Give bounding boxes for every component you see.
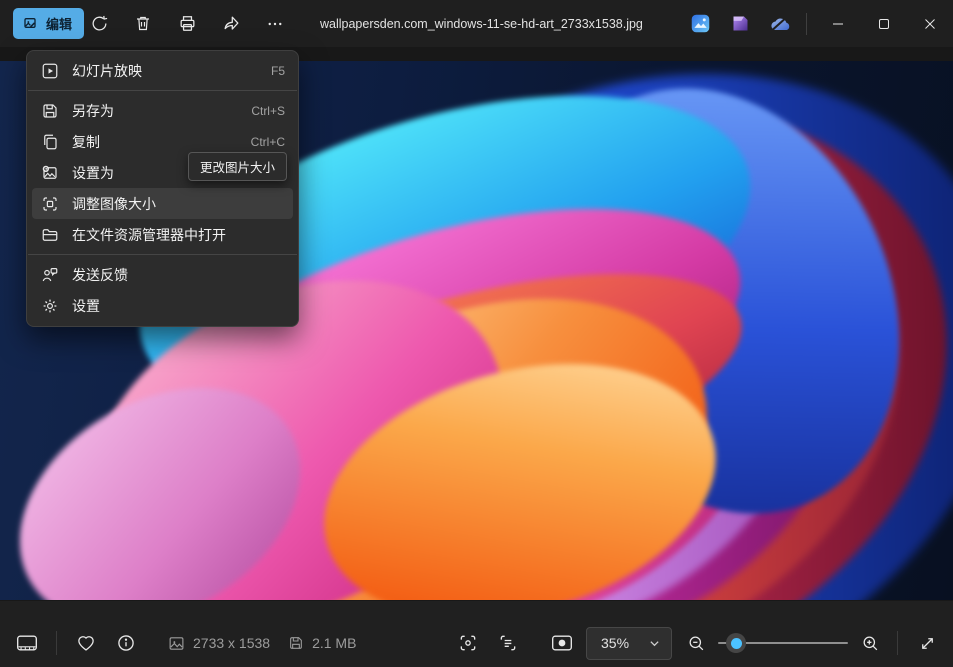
bottom-toolbar: 2733 x 1538 2.1 MB — [0, 601, 953, 667]
share-button[interactable] — [211, 6, 251, 41]
onedrive-offline-icon — [768, 14, 792, 34]
fullscreen-button[interactable] — [907, 623, 947, 663]
filmstrip-icon — [16, 634, 38, 652]
feedback-icon — [41, 266, 59, 284]
visual-search-icon — [458, 633, 478, 653]
heart-icon — [76, 634, 96, 652]
zoom-slider[interactable] — [718, 623, 848, 663]
minimize-icon — [832, 18, 844, 30]
menu-item-open-in-explorer[interactable]: 在文件资源管理器中打开 — [32, 219, 293, 250]
fit-view-button[interactable] — [542, 623, 582, 663]
slideshow-icon — [41, 62, 59, 80]
image-dimensions: 2733 x 1538 — [193, 635, 270, 651]
folder-icon — [41, 226, 59, 244]
chevron-down-icon — [649, 638, 660, 649]
photos-app-icon — [690, 13, 711, 34]
photos-app-button[interactable] — [680, 0, 720, 47]
maximize-icon — [878, 18, 890, 30]
resize-tooltip: 更改图片大小 — [188, 152, 287, 181]
copy-icon — [41, 133, 59, 151]
delete-button[interactable] — [123, 6, 163, 41]
bottombar-divider — [897, 631, 898, 655]
favorite-button[interactable] — [66, 623, 106, 663]
video-editor-button[interactable] — [720, 0, 760, 47]
share-icon — [222, 14, 241, 33]
minimize-button[interactable] — [815, 0, 861, 47]
rotate-button[interactable] — [79, 6, 119, 41]
fullscreen-icon — [918, 634, 937, 653]
visual-search-button[interactable] — [448, 623, 488, 663]
edit-button-label: 编辑 — [46, 14, 72, 33]
edit-image-icon — [23, 16, 39, 32]
resize-image-icon — [41, 195, 59, 213]
close-button[interactable] — [907, 0, 953, 47]
more-icon — [266, 15, 284, 33]
menu-separator — [28, 90, 297, 91]
set-as-icon — [41, 164, 59, 182]
dimensions-icon — [168, 635, 185, 652]
zoom-in-icon — [861, 634, 880, 653]
menu-item-shortcut: F5 — [271, 64, 285, 78]
menu-item-label: 另存为 — [72, 101, 239, 121]
text-actions-button[interactable] — [488, 623, 528, 663]
menu-item-settings[interactable]: 设置 — [32, 290, 293, 321]
close-icon — [924, 18, 936, 30]
edit-button[interactable]: 编辑 — [13, 8, 84, 39]
titlebar-divider — [806, 13, 807, 35]
menu-separator — [28, 254, 297, 255]
settings-gear-icon — [41, 297, 59, 315]
bottombar-divider — [56, 631, 57, 655]
fit-view-icon — [551, 634, 573, 652]
zoom-out-icon — [687, 634, 706, 653]
zoom-slider-thumb[interactable] — [726, 633, 746, 653]
overflow-context-menu: 幻灯片放映 F5 另存为 Ctrl+S 复制 Ctrl+C — [26, 50, 299, 327]
text-actions-icon — [498, 633, 518, 653]
menu-item-save-as[interactable]: 另存为 Ctrl+S — [32, 95, 293, 126]
print-icon — [178, 14, 197, 33]
menu-item-label: 在文件资源管理器中打开 — [72, 225, 285, 245]
info-icon — [116, 633, 136, 653]
filmstrip-toggle-button[interactable] — [7, 623, 47, 663]
info-button[interactable] — [106, 623, 146, 663]
menu-item-label: 复制 — [72, 132, 239, 152]
more-button[interactable] — [255, 6, 295, 41]
onedrive-offline-button[interactable] — [760, 0, 800, 47]
zoom-in-button[interactable] — [852, 623, 888, 663]
zoom-level-value: 35% — [601, 635, 629, 651]
window-title: wallpapersden.com_windows-11-se-hd-art_2… — [320, 0, 643, 47]
maximize-button[interactable] — [861, 0, 907, 47]
zoom-out-button[interactable] — [678, 623, 714, 663]
file-size: 2.1 MB — [312, 635, 356, 651]
menu-item-shortcut: Ctrl+S — [251, 104, 285, 118]
print-button[interactable] — [167, 6, 207, 41]
delete-icon — [134, 14, 152, 33]
video-editor-icon — [730, 13, 751, 34]
rotate-icon — [90, 14, 109, 33]
menu-item-label: 设置 — [72, 296, 285, 316]
tooltip-text: 更改图片大小 — [200, 157, 275, 176]
save-icon — [41, 102, 59, 120]
menu-item-label: 幻灯片放映 — [72, 61, 259, 81]
menu-item-resize-image[interactable]: 调整图像大小 — [32, 188, 293, 219]
file-size-icon — [288, 635, 304, 651]
menu-item-label: 调整图像大小 — [72, 194, 285, 214]
titlebar: 编辑 — [0, 0, 953, 47]
menu-item-slideshow[interactable]: 幻灯片放映 F5 — [32, 55, 293, 86]
menu-item-send-feedback[interactable]: 发送反馈 — [32, 259, 293, 290]
zoom-level-select[interactable]: 35% — [586, 627, 672, 660]
menu-item-shortcut: Ctrl+C — [251, 135, 285, 149]
menu-item-label: 发送反馈 — [72, 265, 285, 285]
